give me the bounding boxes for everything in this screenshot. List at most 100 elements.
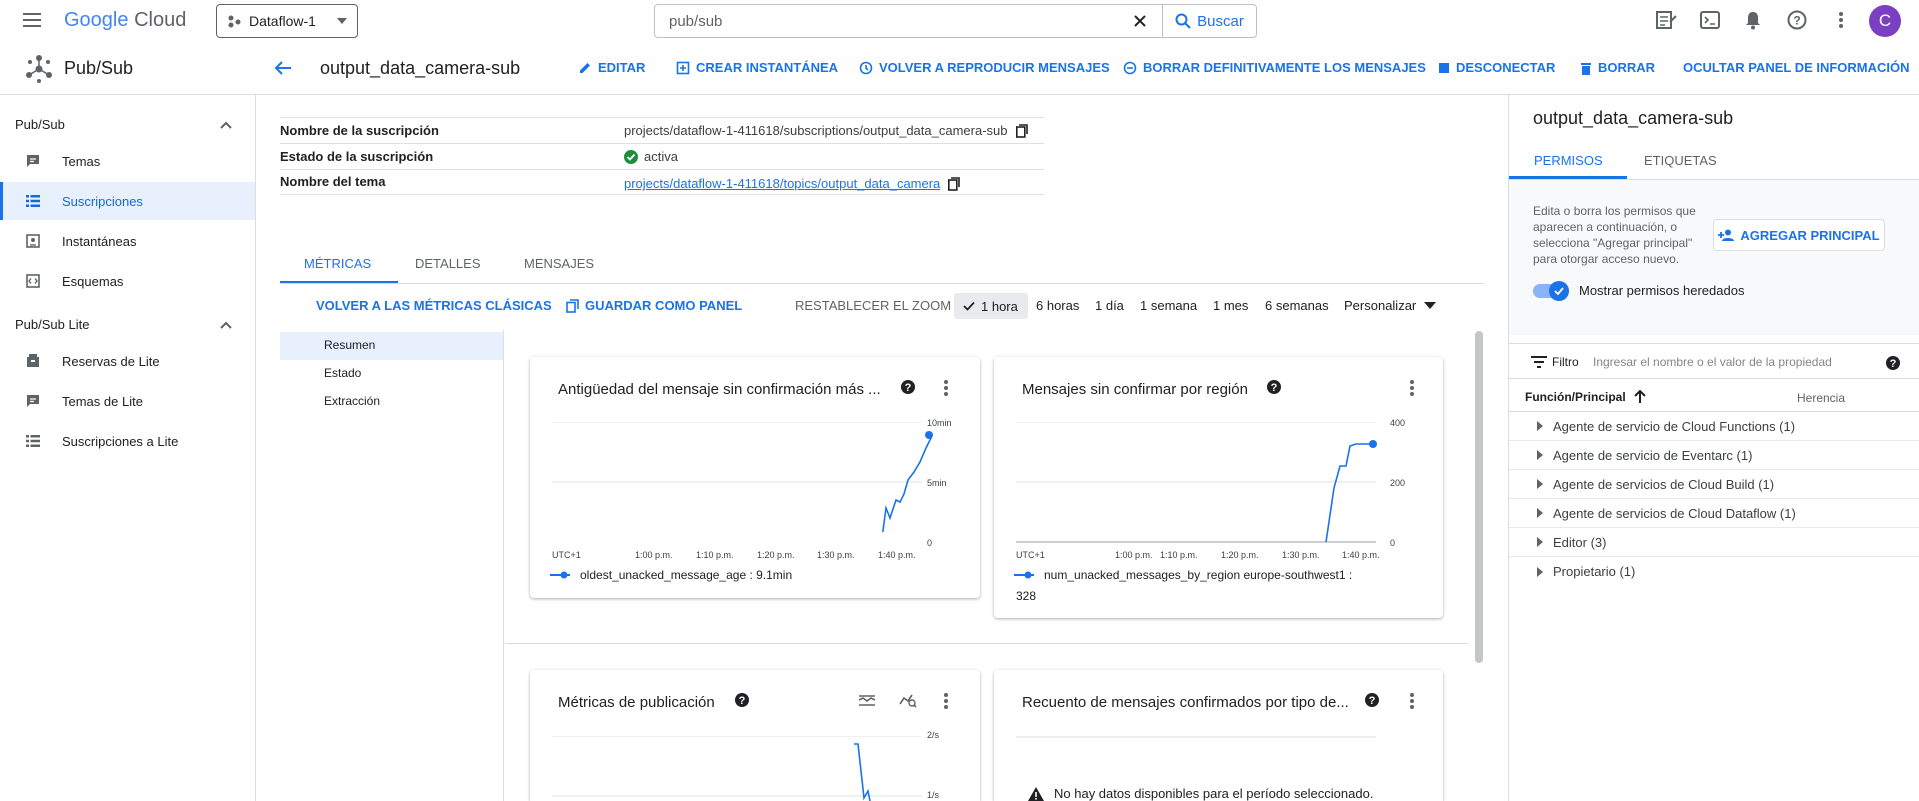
- more-vert-icon[interactable]: [1838, 11, 1844, 29]
- dropdown-arrow-icon: [1424, 302, 1437, 309]
- toggle-check-icon: [1549, 281, 1569, 301]
- sidebar-item-suscripciones-lite[interactable]: Suscripciones a Lite: [0, 422, 255, 460]
- x-tick-label: UTC+1: [552, 550, 581, 560]
- more-vert-icon[interactable]: [1409, 379, 1415, 397]
- y-tick-label: 400: [1390, 418, 1406, 428]
- page-title: output_data_camera-sub: [320, 58, 521, 78]
- metrics-scrollbar[interactable]: [1475, 331, 1483, 663]
- role-row[interactable]: Agente de servicios de Cloud Dataflow (1…: [1509, 499, 1919, 528]
- help-icon[interactable]: ?: [900, 379, 916, 395]
- edit-button[interactable]: EDITAR: [578, 60, 645, 75]
- role-row[interactable]: Propietario (1): [1509, 557, 1919, 586]
- notes-icon[interactable]: [1656, 10, 1678, 30]
- tab-detalles[interactable]: DETALLES: [415, 256, 481, 271]
- save-as-panel-button[interactable]: GUARDAR COMO PANEL: [566, 298, 742, 313]
- list-icon: [26, 195, 40, 207]
- metric-nav-resumen[interactable]: Resumen: [324, 338, 375, 352]
- project-selector[interactable]: Dataflow-1: [216, 4, 358, 38]
- permissions-description: Edita o borra los permisos que aparecen …: [1533, 204, 1696, 266]
- help-icon[interactable]: ?: [734, 692, 750, 708]
- range-6-weeks[interactable]: 6 semanas: [1265, 298, 1329, 313]
- account-avatar[interactable]: C: [1869, 5, 1901, 37]
- pubsub-logo-icon: [24, 54, 54, 84]
- range-1-day[interactable]: 1 día: [1095, 298, 1124, 313]
- list-icon: [26, 435, 40, 447]
- tab-permisos[interactable]: PERMISOS: [1534, 153, 1603, 168]
- sidebar-item-suscripciones[interactable]: Suscripciones: [0, 182, 255, 220]
- sidebar-item-temas-lite[interactable]: Temas de Lite: [0, 382, 255, 420]
- role-row[interactable]: Editor (3): [1509, 528, 1919, 557]
- chart-title: Mensajes sin confirmar por región: [1022, 381, 1248, 398]
- range-1-month[interactable]: 1 mes: [1213, 298, 1248, 313]
- more-vert-icon[interactable]: [943, 379, 949, 397]
- caret-right-icon: [1537, 537, 1543, 547]
- role-row[interactable]: Agente de servicio de Eventarc (1): [1509, 441, 1919, 470]
- help-icon[interactable]: ?: [1885, 355, 1901, 371]
- search-button[interactable]: Buscar: [1162, 5, 1256, 37]
- search-input[interactable]: pub/sub: [655, 13, 1118, 30]
- x-tick-label: 1:30 p.m.: [817, 550, 855, 560]
- schema-icon: [26, 274, 40, 288]
- create-snapshot-button[interactable]: CREAR INSTANTÁNEA: [676, 60, 838, 75]
- chart-type-icon[interactable]: [858, 693, 876, 707]
- sidebar-item-instantaneas[interactable]: Instantáneas: [0, 222, 255, 260]
- check-circle-icon: [624, 149, 638, 164]
- sidebar-item-temas[interactable]: Temas: [0, 142, 255, 180]
- project-icon: [227, 14, 241, 28]
- help-icon[interactable]: ?: [1266, 379, 1282, 395]
- chevron-up-icon[interactable]: [220, 321, 232, 329]
- main-menu-icon[interactable]: [22, 11, 42, 29]
- series-end-point: [1369, 440, 1377, 448]
- role-row[interactable]: Agente de servicios de Cloud Build (1): [1509, 470, 1919, 499]
- series-line-oldest-unacked: [881, 435, 932, 532]
- more-vert-icon[interactable]: [943, 692, 949, 710]
- clear-search-icon[interactable]: [1118, 5, 1162, 37]
- inherited-permissions-toggle[interactable]: [1533, 281, 1569, 301]
- back-arrow-icon[interactable]: [274, 60, 292, 76]
- cloud-shell-icon[interactable]: [1700, 11, 1720, 29]
- metric-nav-extraccion[interactable]: Extracción: [324, 394, 380, 408]
- chevron-up-icon[interactable]: [220, 121, 232, 129]
- topic-link[interactable]: projects/dataflow-1-411618/topics/output…: [624, 176, 940, 191]
- help-icon[interactable]: ?: [1364, 692, 1380, 708]
- y-tick-label: 1/s: [927, 790, 940, 800]
- copy-icon[interactable]: [1015, 123, 1028, 138]
- metric-nav-estado[interactable]: Estado: [324, 366, 361, 380]
- nav-section-pubsub[interactable]: Pub/Sub: [15, 117, 65, 132]
- range-6-hours[interactable]: 6 horas: [1036, 298, 1079, 313]
- caret-right-icon: [1537, 508, 1543, 518]
- copy-icon[interactable]: [948, 176, 961, 191]
- nav-section-pubsub-lite[interactable]: Pub/Sub Lite: [15, 317, 89, 332]
- svg-text:?: ?: [905, 382, 912, 394]
- sidebar-item-esquemas[interactable]: Esquemas: [0, 262, 255, 300]
- range-1-week[interactable]: 1 semana: [1140, 298, 1197, 313]
- hide-info-panel-button[interactable]: OCULTAR PANEL DE INFORMACIÓN: [1683, 60, 1910, 75]
- add-principal-button[interactable]: AGREGAR PRINCIPAL: [1713, 219, 1885, 251]
- more-vert-icon[interactable]: [1409, 692, 1415, 710]
- trash-icon: [1580, 61, 1592, 75]
- series-line-publish: [854, 743, 871, 801]
- range-1-hour[interactable]: 1 hora: [954, 293, 1028, 319]
- classic-metrics-button[interactable]: VOLVER A LAS MÉTRICAS CLÁSICAS: [316, 298, 552, 313]
- help-icon[interactable]: ?: [1787, 10, 1807, 30]
- role-row[interactable]: Agente de servicio de Cloud Functions (1…: [1509, 412, 1919, 441]
- tab-etiquetas[interactable]: ETIQUETAS: [1644, 153, 1717, 168]
- purge-messages-button[interactable]: BORRAR DEFINITIVAMENTE LOS MENSAJES: [1123, 60, 1426, 75]
- detach-button[interactable]: DESCONECTAR: [1438, 60, 1555, 75]
- explore-chart-icon[interactable]: [899, 692, 917, 708]
- sidebar-item-reservas-lite[interactable]: Reservas de Lite: [0, 342, 255, 380]
- reset-zoom-button[interactable]: RESTABLECER EL ZOOM: [795, 298, 951, 313]
- x-tick-label: 1:10 p.m.: [696, 550, 734, 560]
- filter-input[interactable]: Ingresar el nombre o el valor de la prop…: [1593, 355, 1832, 369]
- tab-metricas[interactable]: MÉTRICAS: [304, 256, 371, 271]
- google-cloud-logo[interactable]: Google Cloud: [64, 9, 186, 32]
- tab-mensajes[interactable]: MENSAJES: [524, 256, 594, 271]
- inherited-permissions-label: Mostrar permisos heredados: [1579, 283, 1745, 298]
- info-panel: output_data_camera-sub PERMISOS ETIQUETA…: [1508, 95, 1919, 801]
- replay-messages-button[interactable]: VOLVER A REPRODUCIR MENSAJES: [859, 60, 1110, 75]
- column-header-role[interactable]: Función/Principal: [1525, 390, 1646, 404]
- delete-button[interactable]: BORRAR: [1580, 60, 1655, 75]
- notifications-bell-icon[interactable]: [1744, 10, 1762, 30]
- custom-range-dropdown[interactable]: Personalizar: [1344, 298, 1437, 313]
- project-name: Dataflow-1: [249, 13, 316, 29]
